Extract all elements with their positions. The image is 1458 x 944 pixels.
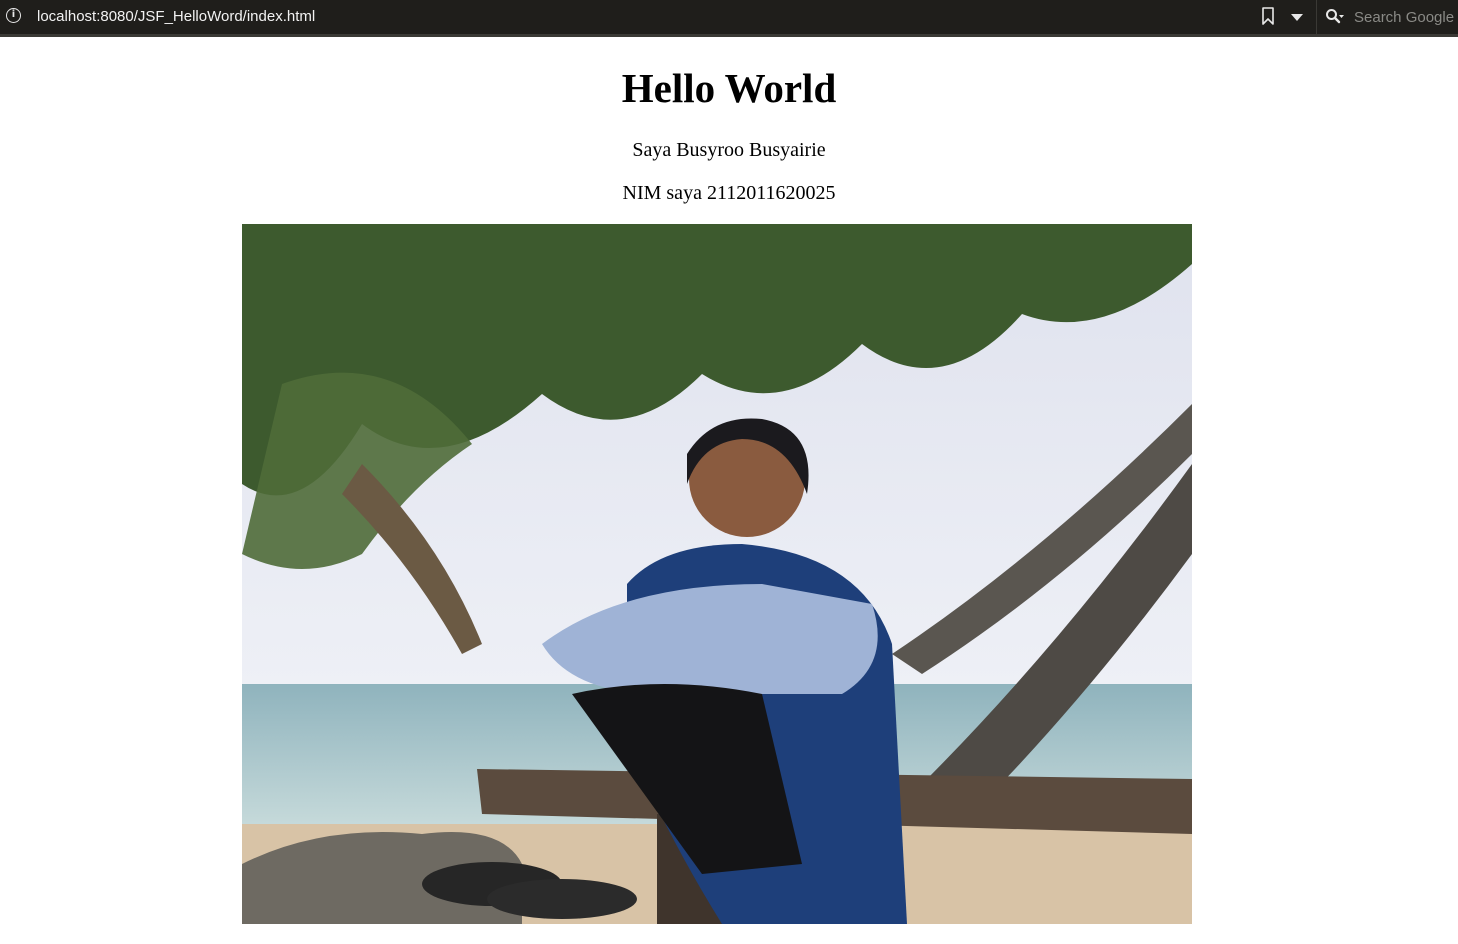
- intro-text: Saya Busyroo Busyairie: [632, 139, 826, 161]
- search-placeholder: Search Google: [1354, 9, 1455, 26]
- search-icon[interactable]: [1325, 8, 1345, 26]
- bookmark-icon[interactable]: [1261, 7, 1275, 25]
- nim-text: NIM saya 2112011620025: [622, 182, 836, 204]
- search-field[interactable]: Search Google: [1316, 0, 1458, 34]
- page-content: Hello World Saya Busyroo Busyairie NIM s…: [0, 37, 1458, 944]
- browser-toolbar: i localhost:8080/JSF_HelloWord/index.htm…: [0, 0, 1458, 37]
- chevron-down-icon[interactable]: [1290, 12, 1304, 22]
- profile-photo: [242, 224, 1192, 924]
- info-icon[interactable]: i: [6, 8, 21, 23]
- page-title: Hello World: [621, 65, 837, 111]
- address-bar[interactable]: localhost:8080/JSF_HelloWord/index.html: [37, 8, 315, 26]
